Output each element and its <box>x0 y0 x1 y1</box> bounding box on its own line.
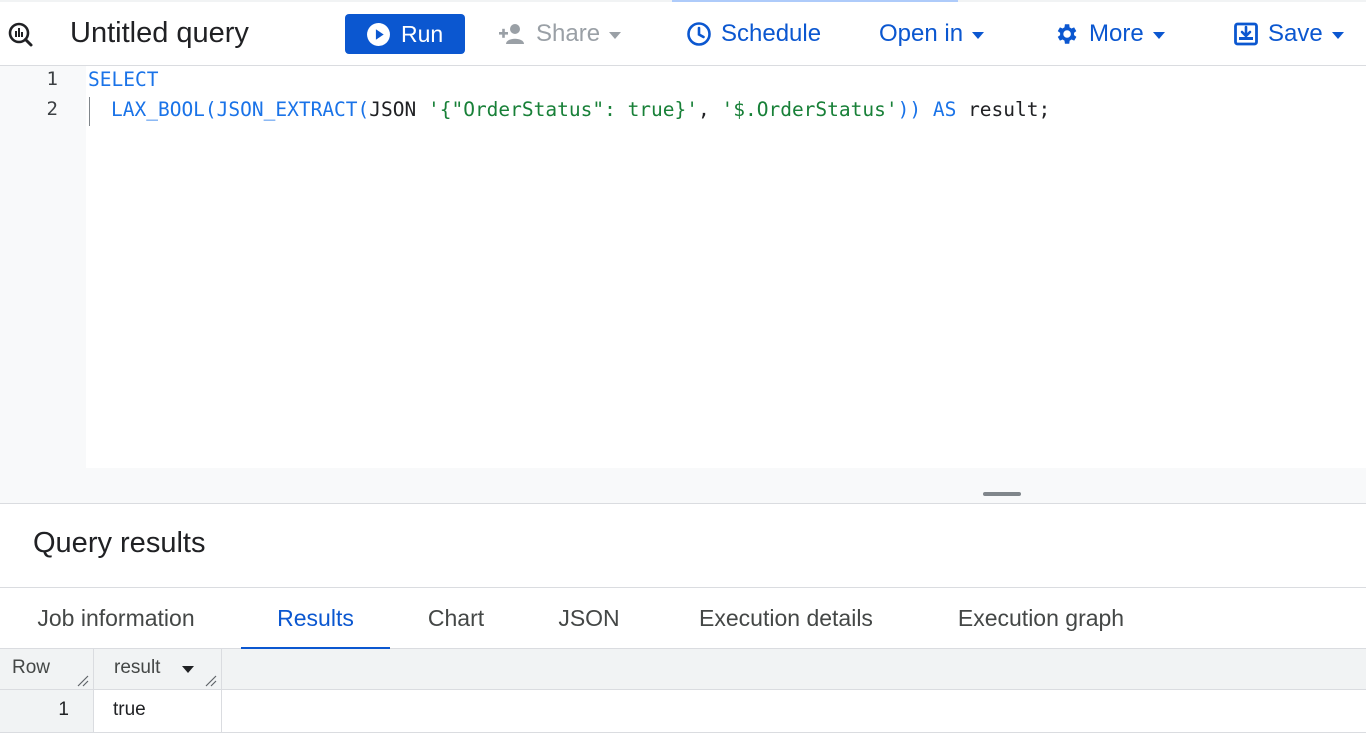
gear-icon <box>1057 24 1077 44</box>
chevron-down-icon <box>972 31 985 39</box>
clock-icon <box>687 22 711 46</box>
sql-token: result; <box>956 98 1051 121</box>
column-header-label: Row <box>12 657 51 678</box>
cell-value: true <box>113 699 146 720</box>
schedule-button[interactable]: Schedule <box>686 14 821 54</box>
indent-guide <box>89 97 90 126</box>
sql-token: JSON <box>369 98 428 121</box>
sql-keyword: SELECT <box>88 68 159 91</box>
open-in-button[interactable]: Open in <box>879 14 985 54</box>
share-button[interactable]: Share <box>498 14 622 54</box>
run-button-label: Run <box>401 20 444 47</box>
chevron-down-icon[interactable] <box>182 666 194 673</box>
resize-handle-icon[interactable] <box>205 675 217 687</box>
save-icon <box>1234 22 1258 46</box>
open-in-button-label: Open in <box>879 20 964 47</box>
more-button[interactable]: More <box>1053 14 1165 54</box>
schedule-button-label: Schedule <box>721 20 822 47</box>
row-number-cell: 1 <box>0 690 94 732</box>
tab-job-information[interactable]: Job information <box>0 588 232 649</box>
tab-chart[interactable]: Chart <box>400 588 512 649</box>
column-header-label: result <box>114 657 161 678</box>
tab-json[interactable]: JSON <box>530 588 648 649</box>
share-button-label: Share <box>536 20 601 47</box>
sql-editor[interactable]: 1 2 SELECT LAX_BOOL(JSON_EXTRACT(JSON '{… <box>0 66 1366 468</box>
active-tab-accent <box>672 0 958 2</box>
person-add-icon <box>499 24 524 44</box>
sql-keyword: AS <box>932 98 957 121</box>
run-button[interactable]: Run <box>345 14 465 54</box>
save-button[interactable]: Save <box>1234 14 1344 54</box>
panel-splitter[interactable] <box>0 468 1366 504</box>
drag-handle[interactable] <box>983 492 1021 496</box>
sql-string: '{"OrderStatus": true}' <box>427 98 699 121</box>
code-line-2[interactable]: LAX_BOOL(JSON_EXTRACT(JSON '{"OrderStatu… <box>111 98 1050 121</box>
sql-token: , <box>698 98 722 121</box>
line-number: 2 <box>46 98 58 120</box>
results-title: Query results <box>33 527 206 559</box>
code-line-1[interactable]: SELECT <box>88 68 158 91</box>
column-header-result[interactable]: result <box>94 649 222 690</box>
query-icon <box>8 22 33 47</box>
chevron-down-icon <box>1331 31 1344 39</box>
play-circle-icon <box>367 22 390 46</box>
sql-token: )) <box>897 98 922 121</box>
results-tabs: Job information Results Chart JSON Execu… <box>0 587 1366 650</box>
resize-handle-icon[interactable] <box>77 675 89 687</box>
table-row: 1 true <box>0 690 1366 733</box>
query-title[interactable]: Untitled query <box>70 14 249 52</box>
query-toolbar: Untitled query Run Share Schedule Open i… <box>0 0 1366 66</box>
code-area[interactable] <box>86 66 1366 468</box>
tab-execution-details[interactable]: Execution details <box>670 588 902 649</box>
line-number-gutter: 1 2 <box>0 66 86 468</box>
row-number: 1 <box>58 699 69 720</box>
column-header-row: Row <box>0 649 94 690</box>
chevron-down-icon <box>1152 31 1165 39</box>
tab-results[interactable]: Results <box>241 588 390 650</box>
chevron-down-icon <box>609 31 622 39</box>
more-button-label: More <box>1089 20 1144 47</box>
tab-execution-graph[interactable]: Execution graph <box>930 588 1152 649</box>
table-header: Row result <box>0 649 1366 690</box>
result-cell[interactable]: true <box>94 690 222 732</box>
line-number: 1 <box>46 68 58 90</box>
save-button-label: Save <box>1268 20 1323 47</box>
sql-function: LAX_BOOL(JSON_EXTRACT( <box>111 98 370 121</box>
sql-string: '$.OrderStatus' <box>721 98 898 121</box>
